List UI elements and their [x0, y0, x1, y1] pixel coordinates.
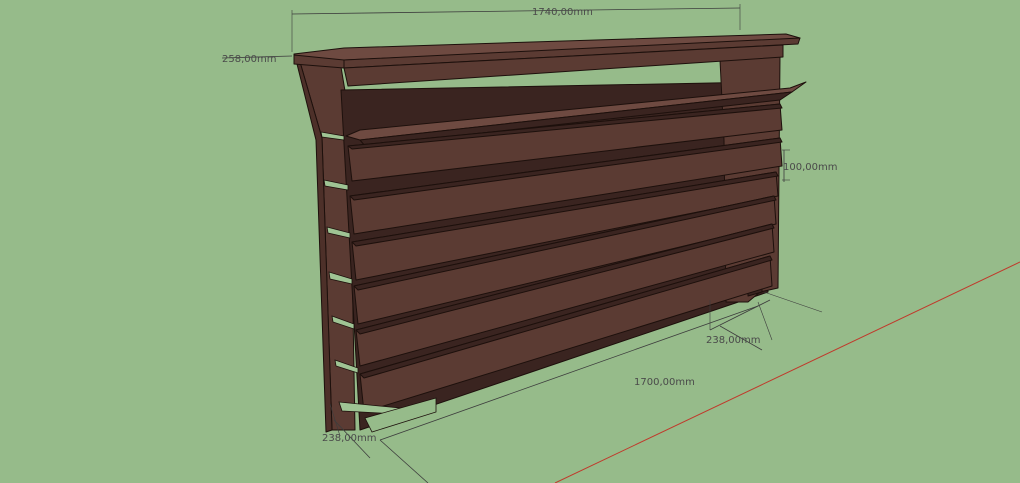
- dim-top-length-label: 1740,00mm: [532, 7, 593, 18]
- radiator-cover-model: 1740,00mm 258,00mm 100,00mm 238,00mm 170…: [221, 4, 1020, 483]
- dim-top-depth: 258,00mm: [221, 54, 293, 65]
- dim-right-depth-label: 238,00mm: [706, 335, 760, 346]
- modeling-viewport[interactable]: 1740,00mm 258,00mm 100,00mm 238,00mm 170…: [0, 0, 1020, 483]
- dim-slat-height: 100,00mm: [782, 149, 837, 182]
- dim-slat-height-label: 100,00mm: [783, 162, 837, 173]
- dim-left-depth-label: 238,00mm: [322, 433, 376, 444]
- dim-top-depth-label: 258,00mm: [222, 54, 276, 65]
- dim-base-length-label: 1700,00mm: [634, 377, 695, 388]
- slats: [347, 103, 783, 413]
